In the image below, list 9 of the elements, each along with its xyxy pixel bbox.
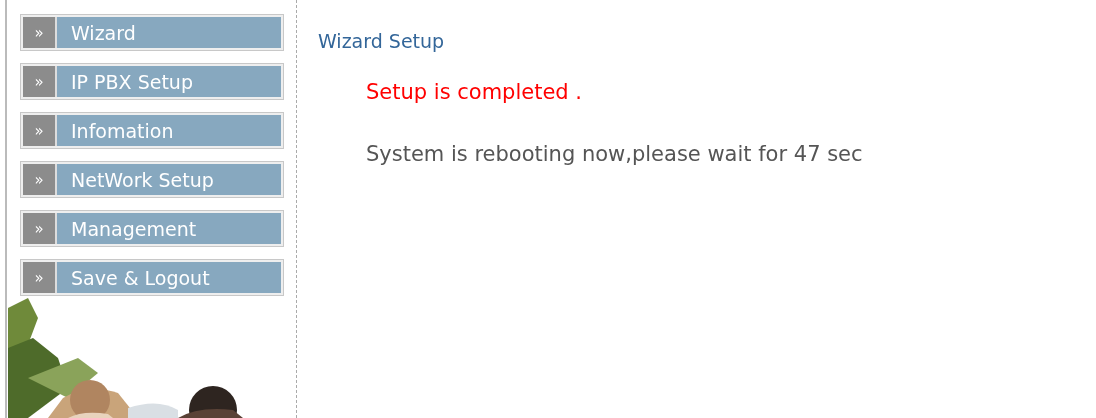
- menu-item[interactable]: » NetWork Setup: [20, 161, 284, 198]
- menu-item[interactable]: » Save & Logout: [20, 259, 284, 296]
- menu-item[interactable]: » Management: [20, 210, 284, 247]
- status-message: Setup is completed .: [366, 80, 584, 104]
- menu-item[interactable]: » Wizard: [20, 14, 284, 51]
- reboot-message: System is rebooting now,please wait for 47 sec: [366, 142, 863, 166]
- menu-item[interactable]: » Infomation: [20, 112, 284, 149]
- menu-item[interactable]: » IP PBX Setup: [20, 63, 284, 100]
- page-title: Wizard Setup: [318, 30, 446, 52]
